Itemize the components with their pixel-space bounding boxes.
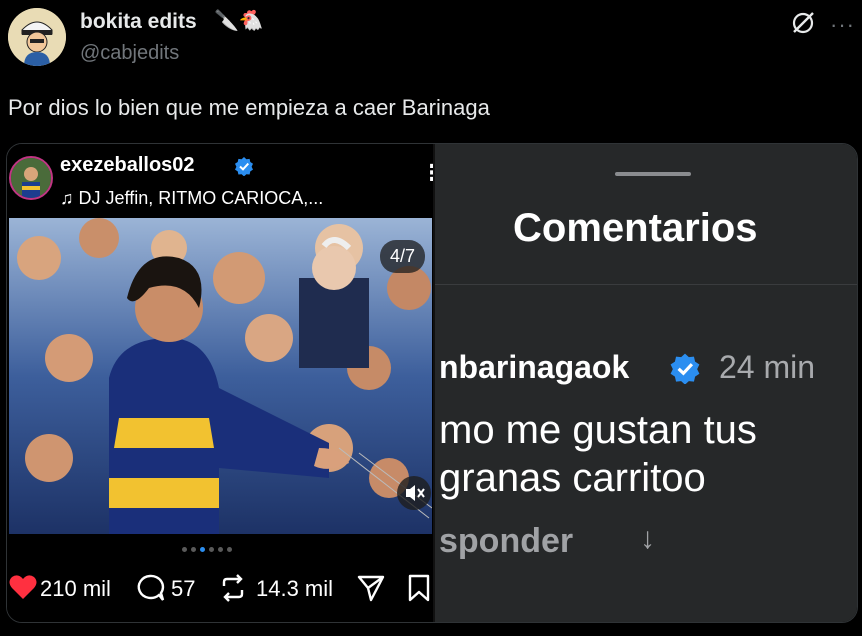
comment-username[interactable]: nbarinagaok [439,349,629,386]
carousel-counter-badge: 4/7 [380,240,426,273]
display-name-emojis: 🔪🐔 [214,10,264,32]
comments-panel: Comentarios nbarinagaok 24 min mo me gus… [435,144,857,622]
carousel-dot-active [200,547,205,552]
carousel-dot [209,547,214,552]
share-icon[interactable] [357,574,385,608]
music-label[interactable]: ♫ DJ Jeffin, RITMO CARIOCA,... [60,188,323,209]
likes-count: 210 mil [40,576,111,601]
carousel-dot [218,547,223,552]
post-photo[interactable] [9,218,432,534]
divider [435,284,857,285]
user-handle[interactable]: @cabjedits [80,42,179,65]
verified-badge-icon [234,156,254,177]
display-name[interactable]: bokita edits [80,10,197,34]
comment-text-line: granas carritoo [439,456,706,500]
instagram-username[interactable]: exezeballos02 [60,154,195,177]
comment-timestamp: 24 min [719,349,816,385]
bookmark-icon[interactable] [407,574,431,608]
tweet-media[interactable]: exezeballos02 ♫ DJ Jeffin, RITMO CARIOCA… [6,143,858,623]
arrow-down-icon[interactable]: ↓ [640,522,655,556]
carousel-dot [182,547,187,552]
repost-icon[interactable] [219,574,247,608]
instagram-avatar[interactable] [9,156,53,200]
grok-slash-icon[interactable] [790,10,816,36]
instagram-post: exezeballos02 ♫ DJ Jeffin, RITMO CARIOCA… [7,144,443,622]
comment-icon[interactable] [135,574,165,608]
heart-icon[interactable] [9,574,37,606]
more-options-icon[interactable]: ··· [830,12,855,38]
comments-title: Comentarios [513,206,758,250]
carousel-dot [191,547,196,552]
tweet-text: Por dios lo bien que me empieza a caer B… [8,95,490,120]
mute-icon[interactable] [397,476,431,510]
carousel-dot [227,547,232,552]
instagram-action-bar: 210 mil 57 14.3 mil [7,572,434,612]
avatar[interactable] [8,8,66,66]
reply-button[interactable]: sponder [439,522,573,561]
tweet-header: bokita edits 🔪🐔 @cabjedits ··· [0,0,862,80]
comment-text-line: mo me gustan tus [439,408,757,452]
comments-count: 57 [171,576,196,601]
comment-text: mo me gustan tus granas carritoo [439,406,757,502]
carousel-dots [182,547,232,552]
sheet-drag-handle[interactable] [615,172,691,176]
reposts-count: 14.3 mil [256,576,334,601]
verified-badge-icon [669,352,701,385]
